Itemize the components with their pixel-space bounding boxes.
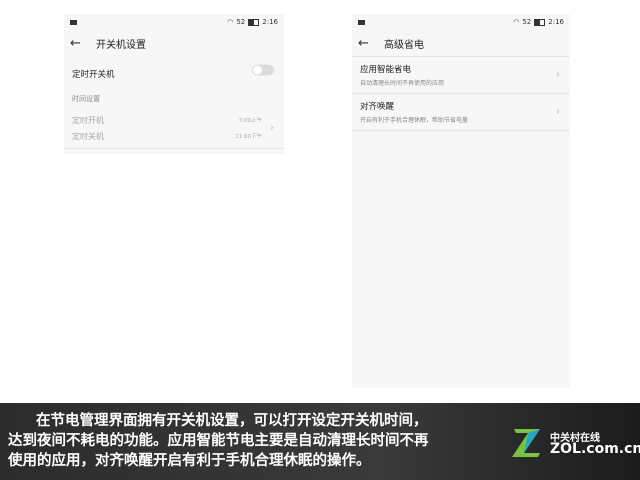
scheduled-power-row[interactable]: 定时开关机 [64,56,284,84]
smart-app-saving-desc: 自动清理长时间不再使用的应用 [360,80,445,87]
scheduled-power-label: 定时开关机 [72,70,115,80]
wifi-icon: ◠ [513,18,520,26]
title-bar: ← 开关机设置 [64,30,284,56]
power-on-label: 定时开机 [72,115,104,125]
caption-line-1: 在节电管理界面拥有开关机设置，可以打开设定开关机时间， [36,413,428,429]
image-icon [70,19,77,25]
wifi-icon: ◠ [227,18,234,26]
scheduled-power-toggle[interactable] [252,64,274,76]
caption-bar: 在节电管理界面拥有开关机设置，可以打开设定开关机时间， 达到夜间不耗电的功能。应… [0,403,640,480]
power-off-label: 定时关机 [72,131,104,141]
aligned-wakeup-row[interactable]: 对齐唤醒 开启有利于手机合理休眠，帮助节省电量 › [352,94,570,131]
caption-text: 在节电管理界面拥有开关机设置，可以打开设定开关机时间， 达到夜间不耗电的功能。应… [8,411,508,471]
caption-line-3: 使用的应用，对齐唤醒开启有利于手机合理休眠的操作。 [8,453,371,469]
smart-app-saving-row[interactable]: 应用智能省电 自动清理长时间不再使用的应用 › [352,56,570,94]
signal-value: 52 [522,18,532,26]
battery-icon [248,18,260,26]
zol-z-icon [512,429,540,457]
status-bar: ◠ 52 2:16 [352,14,570,30]
smart-app-saving-label: 应用智能省电 [360,65,412,75]
power-on-time: 7:00上午 [238,118,262,124]
chevron-right-icon: › [270,122,274,134]
image-icon [358,19,365,25]
page-title: 高级省电 [384,39,424,51]
advanced-power-saving-screen: ◠ 52 2:16 ← 高级省电 应用智能省电 自动清理长时间不再使用的应用 ›… [352,14,570,388]
signal-value: 52 [236,18,246,26]
chevron-right-icon: › [556,106,560,118]
power-schedule-screen: ◠ 52 2:16 ← 开关机设置 定时开关机 时间设置 定时开机 7:00上午… [64,14,284,154]
page-title: 开关机设置 [96,39,146,51]
status-bar: ◠ 52 2:16 [64,14,284,30]
chevron-right-icon: › [556,69,560,81]
time-settings-row[interactable]: 定时开机 7:00上午 定时关机 11:00下午 › [64,108,284,149]
aligned-wakeup-label: 对齐唤醒 [360,102,395,112]
aligned-wakeup-desc: 开启有利于手机合理休眠，帮助节省电量 [360,117,469,124]
time-settings-header: 时间设置 [72,95,100,103]
back-arrow-icon[interactable]: ← [70,36,90,51]
logo-english-text: ZOL.com.cn [550,441,640,457]
zol-logo: 中关村在线 ZOL.com.cn [512,417,640,467]
clock: 2:16 [548,18,564,26]
caption-line-2: 达到夜间不耗电的功能。应用智能节电主要是自动清理长时间不再 [8,433,429,449]
clock: 2:16 [262,18,278,26]
title-bar: ← 高级省电 [352,30,570,56]
power-off-time: 11:00下午 [235,134,262,140]
battery-icon [534,18,546,26]
back-arrow-icon[interactable]: ← [358,36,378,51]
